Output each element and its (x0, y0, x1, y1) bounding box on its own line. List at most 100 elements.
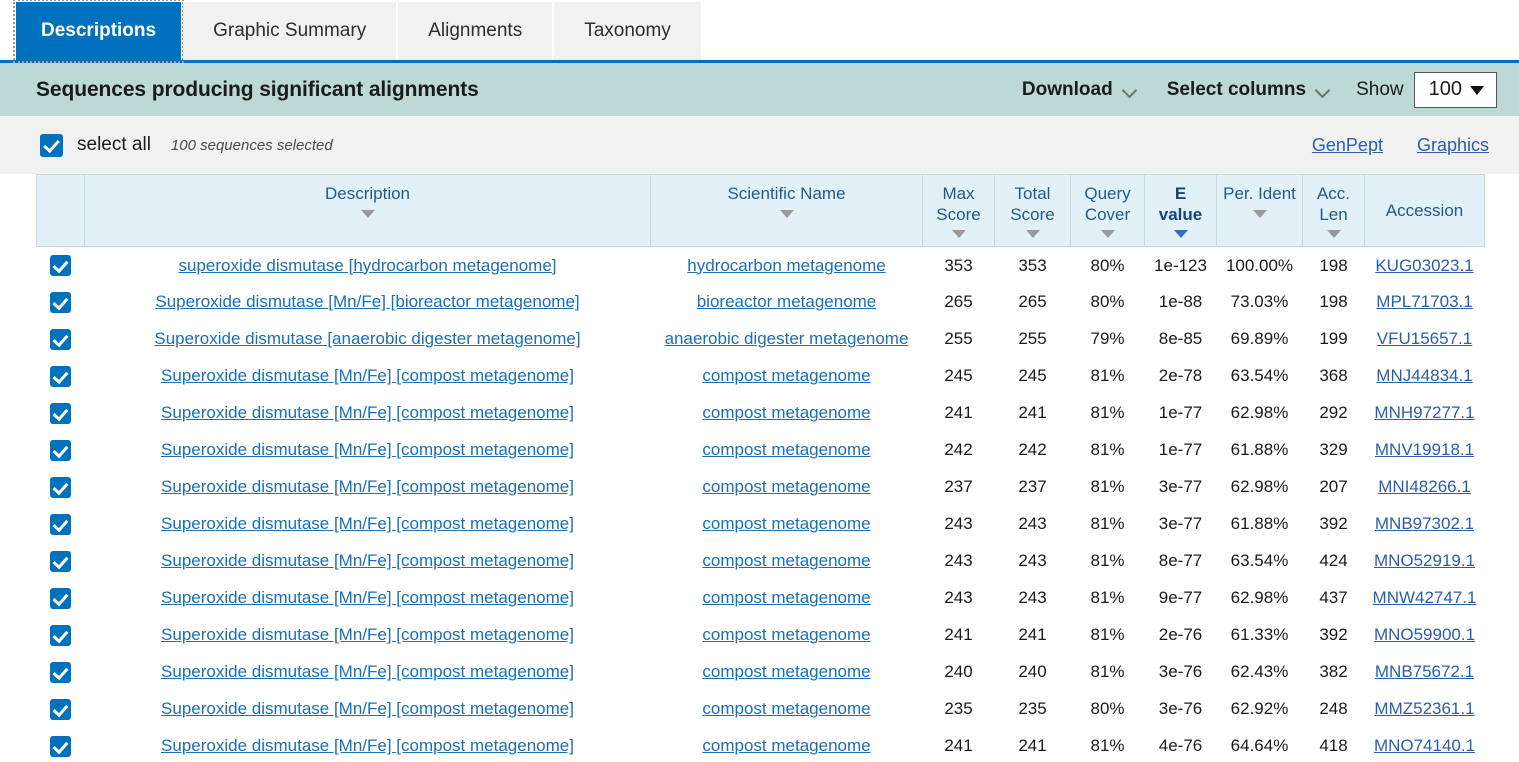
accession-link[interactable]: MNV19918.1 (1375, 440, 1474, 459)
scientific-name-link[interactable]: anaerobic digester metagenome (665, 329, 909, 348)
row-checkbox[interactable] (50, 476, 71, 498)
sort-arrow-icon[interactable] (779, 209, 794, 218)
row-checkbox[interactable] (50, 661, 71, 683)
graphics-link[interactable]: Graphics (1417, 135, 1489, 156)
accession-link[interactable]: MMZ52361.1 (1374, 699, 1474, 718)
column-header-query-cover[interactable]: Query Cover (1070, 173, 1145, 248)
row-checkbox[interactable] (50, 439, 71, 461)
description-link[interactable]: superoxide dismutase [hydrocarbon metage… (179, 256, 557, 275)
row-checkbox[interactable] (50, 513, 71, 535)
table-header-row: Description Scientific Name Max Score To… (36, 173, 1485, 248)
show-count-select[interactable]: 100 (1413, 71, 1497, 108)
row-checkbox[interactable] (50, 328, 71, 350)
row-checkbox[interactable] (50, 291, 71, 313)
accession-link[interactable]: MNW42747.1 (1373, 588, 1477, 607)
scientific-name-link[interactable]: compost metagenome (702, 588, 870, 607)
row-checkbox[interactable] (50, 624, 71, 646)
row-checkbox[interactable] (50, 365, 71, 387)
scientific-name-link[interactable]: compost metagenome (702, 736, 870, 755)
row-cell-max-score: 243 (944, 588, 973, 608)
sort-arrow-icon[interactable] (951, 230, 966, 239)
scientific-name-link[interactable]: compost metagenome (702, 699, 870, 718)
column-header-per-ident[interactable]: Per. Ident (1216, 173, 1303, 248)
row-cell-e-value: 4e-76 (1158, 736, 1203, 756)
description-link[interactable]: Superoxide dismutase [Mn/Fe] [compost me… (161, 440, 574, 459)
row-checkbox[interactable] (50, 550, 71, 572)
column-header-e-value-label-1: E (1174, 184, 1187, 203)
row-checkbox[interactable] (50, 402, 71, 424)
select-columns-button[interactable]: Select columns (1153, 73, 1346, 107)
description-link[interactable]: Superoxide dismutase [Mn/Fe] [compost me… (161, 403, 574, 422)
scientific-name-link[interactable]: hydrocarbon metagenome (687, 256, 885, 275)
scientific-name-link[interactable]: compost metagenome (702, 403, 870, 422)
scientific-name-link[interactable]: compost metagenome (702, 440, 870, 459)
accession-link[interactable]: MNH97277.1 (1374, 403, 1474, 422)
description-link[interactable]: Superoxide dismutase [anaerobic digester… (154, 329, 580, 348)
column-header-total-score[interactable]: Total Score (994, 173, 1071, 248)
description-link[interactable]: Superoxide dismutase [Mn/Fe] [compost me… (161, 699, 574, 718)
accession-link[interactable]: MNB75672.1 (1375, 662, 1474, 681)
description-link[interactable]: Superoxide dismutase [Mn/Fe] [compost me… (161, 662, 574, 681)
column-header-accession-label: Accession (1385, 200, 1464, 220)
column-header-total-score-label-1: Total (1014, 184, 1051, 203)
accession-link[interactable]: MNO59900.1 (1374, 625, 1475, 644)
tab-taxonomy[interactable]: Taxonomy (554, 2, 701, 60)
sort-arrow-icon-active[interactable] (1173, 230, 1188, 239)
accession-link[interactable]: MNB97302.1 (1375, 514, 1474, 533)
column-header-description[interactable]: Description (84, 173, 651, 248)
row-cell-e-value: 8e-77 (1158, 551, 1203, 571)
accession-link[interactable]: MNO52919.1 (1374, 551, 1475, 570)
description-link[interactable]: Superoxide dismutase [Mn/Fe] [compost me… (161, 625, 574, 644)
sort-arrow-icon[interactable] (1326, 230, 1341, 239)
column-header-e-value[interactable]: E value (1144, 173, 1217, 248)
scientific-name-link[interactable]: compost metagenome (702, 662, 870, 681)
tab-alignments[interactable]: Alignments (398, 2, 553, 60)
scientific-name-link[interactable]: compost metagenome (702, 625, 870, 644)
column-header-scientific-name[interactable]: Scientific Name (650, 173, 923, 248)
scientific-name-link[interactable]: compost metagenome (702, 514, 870, 533)
accession-link[interactable]: MNJ44834.1 (1376, 366, 1472, 385)
blast-results-page: Descriptions Graphic Summary Alignments … (0, 0, 1519, 762)
row-cell-description: Superoxide dismutase [Mn/Fe] [compost me… (85, 728, 651, 762)
row-checkbox[interactable] (50, 735, 71, 757)
description-link[interactable]: Superoxide dismutase [Mn/Fe] [bioreactor… (155, 292, 579, 311)
row-cell-total-score: 255 (1018, 329, 1047, 349)
row-checkbox[interactable] (50, 587, 71, 609)
row-cell-total-score: 243 (1018, 588, 1047, 608)
row-cell-max-score: 241 (944, 625, 973, 645)
accession-link[interactable]: MPL71703.1 (1376, 292, 1472, 311)
scientific-name-link[interactable]: compost metagenome (702, 477, 870, 496)
download-button[interactable]: Download (1008, 73, 1153, 107)
select-all-label: select all (77, 134, 151, 155)
select-all-checkbox[interactable] (40, 133, 63, 157)
column-header-max-score[interactable]: Max Score (922, 173, 995, 248)
row-cell-query-cover: 81% (1090, 662, 1125, 682)
row-checkbox[interactable] (50, 255, 71, 277)
description-link[interactable]: Superoxide dismutase [Mn/Fe] [compost me… (161, 736, 574, 755)
description-link[interactable]: Superoxide dismutase [Mn/Fe] [compost me… (161, 514, 574, 533)
accession-link[interactable]: VFU15657.1 (1377, 329, 1472, 348)
sort-arrow-icon[interactable] (1100, 230, 1115, 239)
scientific-name-link[interactable]: compost metagenome (702, 366, 870, 385)
accession-link[interactable]: MNI48266.1 (1378, 477, 1471, 496)
row-cell-query-cover: 81% (1090, 514, 1125, 534)
genpept-link[interactable]: GenPept (1312, 135, 1383, 156)
tab-descriptions[interactable]: Descriptions (12, 0, 185, 63)
scientific-name-link[interactable]: compost metagenome (702, 551, 870, 570)
sort-arrow-icon[interactable] (1252, 209, 1267, 218)
accession-link[interactable]: KUG03023.1 (1375, 256, 1473, 275)
scientific-name-link[interactable]: bioreactor metagenome (697, 292, 877, 311)
row-cell-e-value: 3e-76 (1158, 662, 1203, 682)
column-header-acc-len[interactable]: Acc. Len (1302, 173, 1365, 248)
description-link[interactable]: Superoxide dismutase [Mn/Fe] [compost me… (161, 551, 574, 570)
accession-link[interactable]: MNO74140.1 (1374, 736, 1475, 755)
tab-graphic-summary[interactable]: Graphic Summary (183, 2, 397, 60)
sort-arrow-icon[interactable] (1025, 230, 1040, 239)
description-link[interactable]: Superoxide dismutase [Mn/Fe] [compost me… (161, 588, 574, 607)
row-checkbox[interactable] (50, 698, 71, 720)
row-cell-accession: MNB97302.1 (1365, 506, 1485, 543)
sort-arrow-icon[interactable] (360, 209, 375, 218)
description-link[interactable]: Superoxide dismutase [Mn/Fe] [compost me… (161, 366, 574, 385)
row-cell-per-ident: 62.43% (1230, 662, 1289, 682)
description-link[interactable]: Superoxide dismutase [Mn/Fe] [compost me… (161, 477, 574, 496)
